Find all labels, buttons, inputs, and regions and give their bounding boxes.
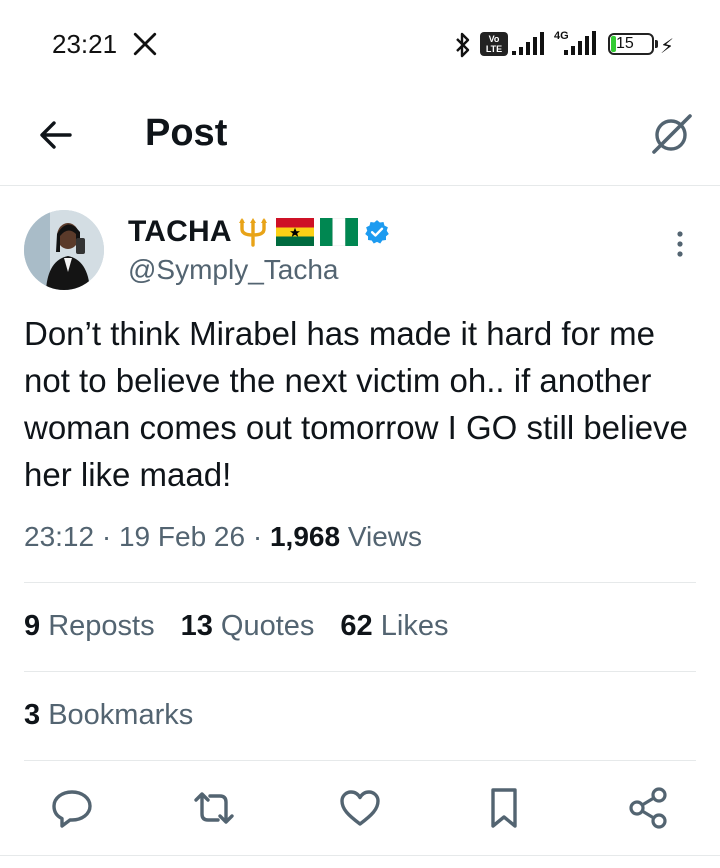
name-emojis [236,217,390,247]
reply-icon[interactable] [48,784,96,832]
divider [24,582,696,583]
ghana-flag-icon [275,218,314,246]
arrow-left-icon[interactable] [36,115,76,155]
views-count: 1,968 [269,521,341,552]
divider [0,855,720,856]
repost-icon[interactable] [190,784,238,832]
trident-emoji-icon [238,218,267,247]
x-logo-icon [133,32,157,56]
network-label: 4G [554,30,569,42]
bookmarks-stat[interactable]: 3 Bookmarks [24,699,193,732]
signal-bars-icon [512,32,544,55]
like-heart-icon[interactable] [336,784,384,832]
share-icon[interactable] [624,784,672,832]
battery-indicator: 15 [608,33,658,55]
author-row: TACHA [128,214,390,250]
post-time: 23:12 [24,521,95,552]
status-bar: 23:21 Vo LTE 4G 15 ⚡ [0,0,720,90]
engagement-stats: 9 Reposts 13 Quotes 62 Likes [24,610,448,643]
bookmarks-label: Bookmarks [48,699,194,731]
author-name[interactable]: TACHA [128,215,232,249]
verified-badge-icon [364,220,389,244]
divider [24,760,696,761]
quotes-label: Quotes [220,610,315,642]
author-handle[interactable]: @Symply_Tacha [128,254,339,286]
likes-count: 62 [340,610,373,642]
reposts-stat[interactable]: 9 Reposts [24,610,155,643]
post-header: Post [0,90,720,186]
reposts-count: 9 [24,610,41,642]
post-text: Don’t think Mirabel has made it hard for… [24,315,688,493]
avatar[interactable] [24,210,104,290]
signal-4g-icon: 4G [554,30,596,55]
more-options-icon[interactable] [668,228,692,260]
post-meta: 23:12 · 19 Feb 26 · 1,968 Views [24,521,423,552]
quotes-stat[interactable]: 13 Quotes [181,610,315,643]
nigeria-flag-icon [319,218,358,246]
volte-badge: Vo LTE [480,32,508,56]
charging-icon: ⚡ [660,36,675,58]
page-title: Post [145,112,228,154]
status-time: 23:21 [52,29,118,59]
reposts-label: Reposts [48,610,155,642]
likes-label: Likes [380,610,449,642]
bookmarks-count: 3 [24,699,41,731]
action-bar [0,784,720,832]
views-label: Views [347,521,423,552]
quotes-count: 13 [180,610,213,642]
bookmark-icon[interactable] [480,784,528,832]
likes-stat[interactable]: 62 Likes [340,610,448,643]
grok-icon[interactable] [648,110,696,158]
post-date: 19 Feb 26 [118,521,246,552]
bluetooth-icon [456,32,470,58]
avatar-image [24,210,104,290]
divider [24,671,696,672]
